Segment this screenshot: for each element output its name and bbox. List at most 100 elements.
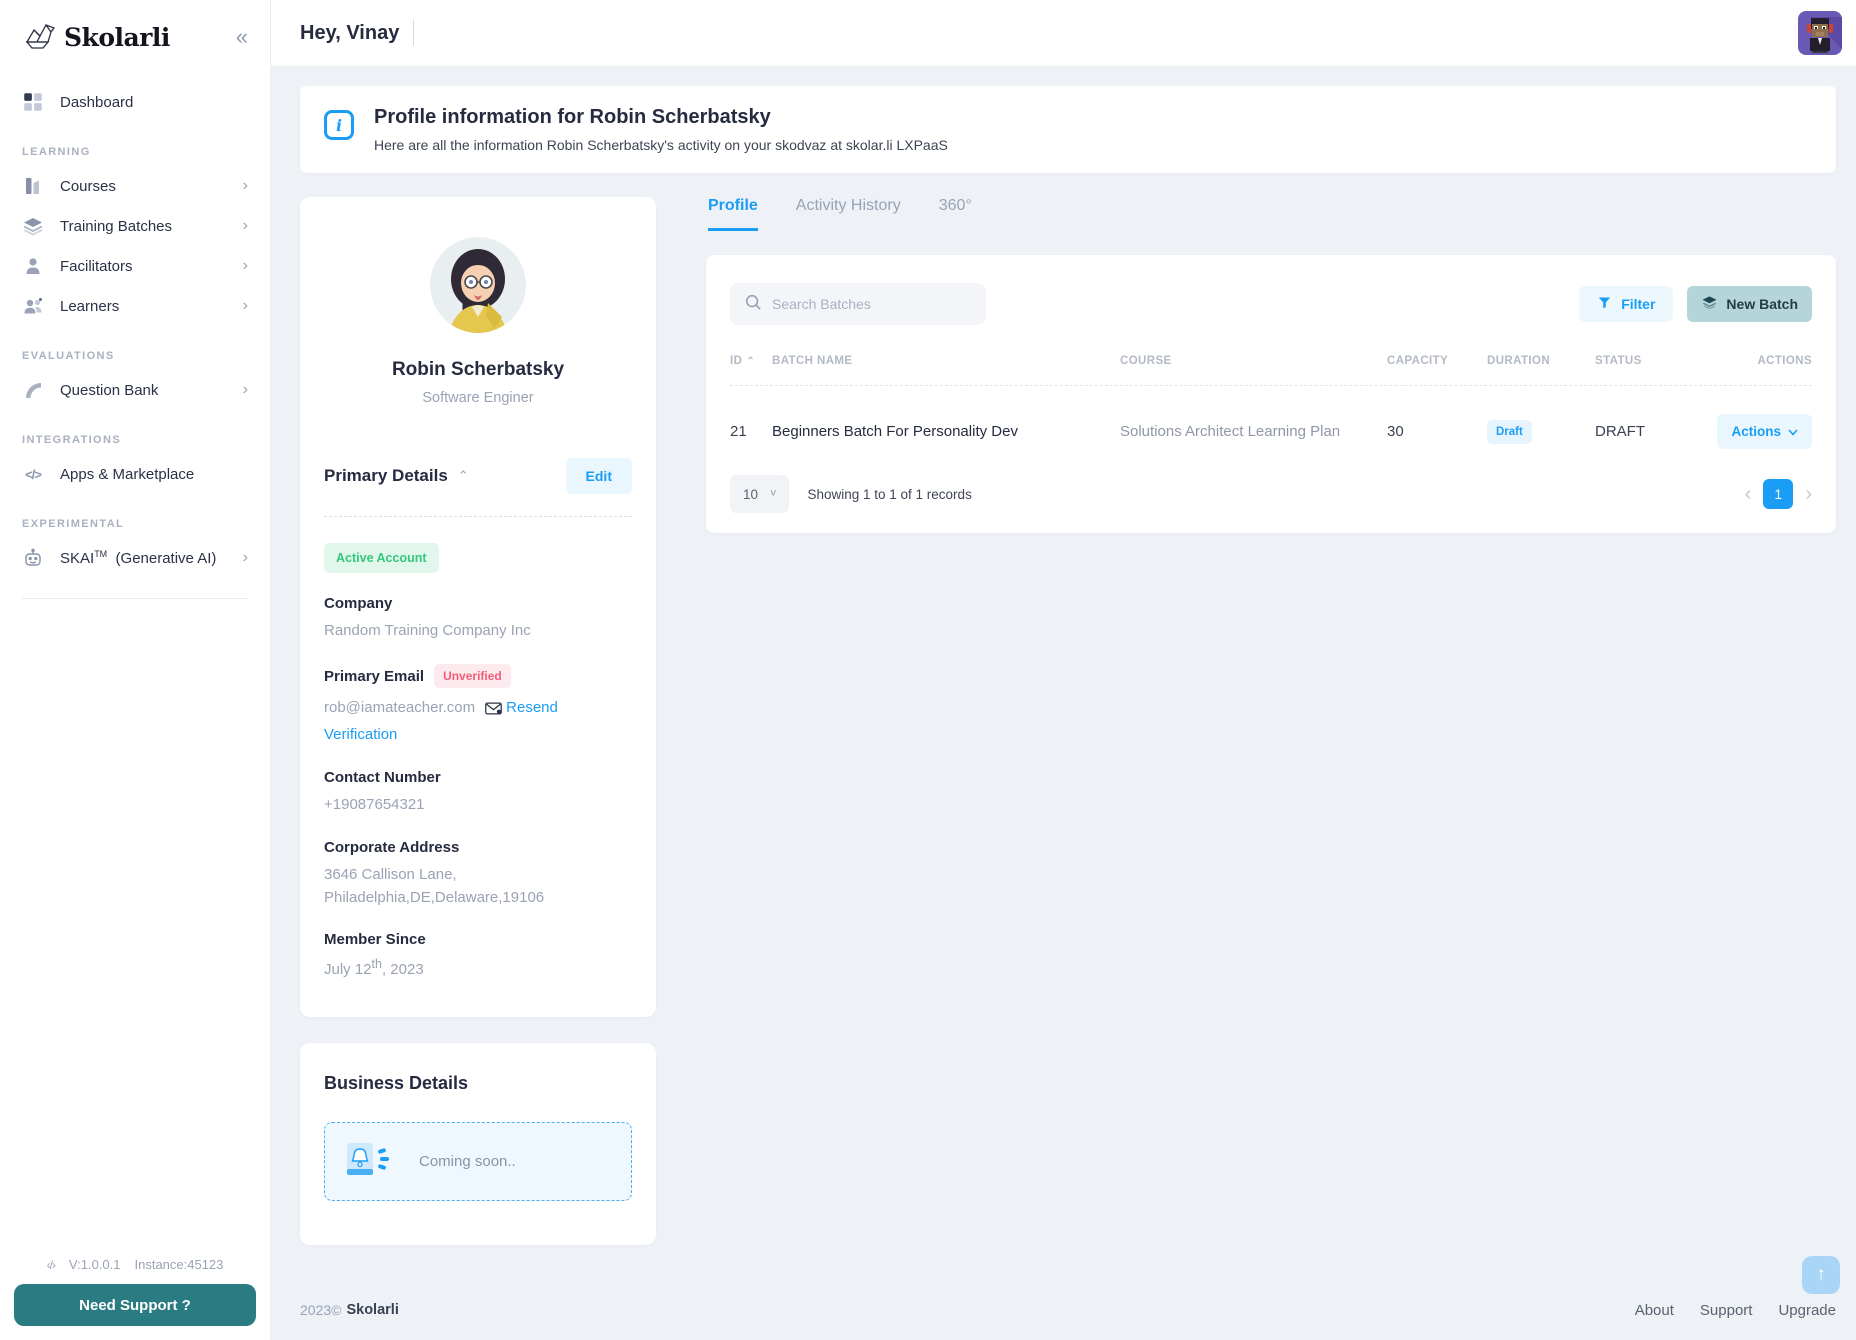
skolarli-logo-text: Skolarli <box>64 23 170 52</box>
profile-card: Robin Scherbatsky Software Enginer Prima… <box>300 197 656 1017</box>
right-column: Profile Activity History 360° <box>706 197 1836 533</box>
filter-button[interactable]: Filter <box>1579 286 1673 322</box>
row-actions-button[interactable]: Actions <box>1717 414 1812 449</box>
copyright-year: 2023© <box>300 1302 341 1318</box>
skolarli-swan-logo-icon <box>24 22 58 52</box>
active-account-badge: Active Account <box>324 543 439 573</box>
filter-funnel-icon <box>1597 295 1612 313</box>
column-course: COURSE <box>1120 355 1387 367</box>
tab-profile[interactable]: Profile <box>708 197 758 231</box>
sort-asc-icon: ⌃ <box>746 356 755 367</box>
cell-batch-name[interactable]: Beginners Batch For Personality Dev <box>772 423 1120 440</box>
code-brackets-icon: </> <box>22 463 44 485</box>
new-batch-button[interactable]: New Batch <box>1687 286 1812 322</box>
profile-tabs: Profile Activity History 360° <box>706 197 1836 231</box>
search-batches-input[interactable] <box>772 296 972 312</box>
email-row: rob@iamateacher.comResend Verification <box>324 696 632 747</box>
chevron-right-icon: › <box>243 381 248 399</box>
chevron-up-icon[interactable]: ⌃ <box>458 468 469 484</box>
info-banner: i Profile information for Robin Scherbat… <box>300 86 1836 173</box>
facilitators-icon <box>22 255 44 277</box>
company-label: Company <box>324 595 632 612</box>
sidebar-section-experimental: EXPERIMENTAL <box>22 518 248 530</box>
cell-id: 21 <box>730 423 772 440</box>
sidebar-section-learning: LEARNING <box>22 146 248 158</box>
left-column: Robin Scherbatsky Software Enginer Prima… <box>300 197 656 1245</box>
footer-link-about[interactable]: About <box>1635 1302 1674 1319</box>
page-1-button[interactable]: 1 <box>1763 479 1793 509</box>
scroll-to-top-button[interactable]: ↑ <box>1802 1256 1840 1294</box>
coming-soon-box: Coming soon.. <box>324 1122 632 1201</box>
user-avatar[interactable] <box>1798 11 1842 55</box>
search-icon <box>744 293 762 316</box>
profile-avatar <box>430 237 526 333</box>
search-batches-box <box>730 283 986 325</box>
training-batches-icon <box>22 215 44 237</box>
batches-table-card: Filter New Batch ID⌃ BATCH NAME <box>706 255 1836 533</box>
primary-email-label: Primary Email Unverified <box>324 664 632 688</box>
footer-brand: Skolarli <box>346 1302 398 1318</box>
sidebar-bottom: ‹/› V:1.0.0.1 Instance:45123 Need Suppor… <box>0 1257 270 1340</box>
page-content: i Profile information for Robin Scherbat… <box>270 66 1856 1288</box>
edit-button[interactable]: Edit <box>566 458 632 494</box>
chevron-down-icon <box>1788 424 1798 439</box>
sidebar-item-label: Courses <box>60 178 116 195</box>
banner-title: Profile information for Robin Scherbatsk… <box>374 106 948 129</box>
corporate-address-label: Corporate Address <box>324 839 632 856</box>
column-capacity: CAPACITY <box>1387 355 1487 367</box>
sidebar-item-label: Question Bank <box>60 382 158 399</box>
courses-icon <box>22 175 44 197</box>
column-actions: ACTIONS <box>1757 355 1812 367</box>
tab-360[interactable]: 360° <box>939 197 972 231</box>
batches-toolbar: Filter New Batch <box>730 283 1812 325</box>
need-support-button[interactable]: Need Support ? <box>14 1284 256 1326</box>
company-value: Random Training Company Inc <box>324 619 632 642</box>
chevron-right-icon: › <box>243 177 248 195</box>
sidebar-item-label: SKAITM (Generative AI) <box>60 549 216 567</box>
primary-details-title: Primary Details <box>324 466 448 486</box>
page-size-select[interactable]: 10 ˅ <box>730 475 789 513</box>
sidebar-item-apps-marketplace[interactable]: </> Apps & Marketplace <box>22 454 248 494</box>
business-details-card: Business Details Coming soon.. <box>300 1043 656 1245</box>
mail-icon <box>485 699 502 723</box>
column-id[interactable]: ID⌃ <box>730 355 772 367</box>
next-page-button[interactable]: › <box>1805 484 1812 504</box>
sidebar: Skolarli « Dashboard LEARNING Courses › <box>0 0 270 1340</box>
app-root: Skolarli « Dashboard LEARNING Courses › <box>0 0 1856 1340</box>
chevron-right-icon: › <box>243 297 248 315</box>
sidebar-item-label: Facilitators <box>60 258 133 275</box>
question-bank-icon <box>22 379 44 401</box>
sidebar-item-skai[interactable]: SKAITM (Generative AI) › <box>22 538 248 578</box>
email-value: rob@iamateacher.com <box>324 699 475 716</box>
greeting-divider <box>413 20 414 46</box>
version-label: V:1.0.0.1 <box>69 1257 121 1272</box>
sidebar-item-facilitators[interactable]: Facilitators › <box>22 246 248 286</box>
sidebar-divider <box>22 598 248 599</box>
tab-activity-history[interactable]: Activity History <box>796 197 901 231</box>
sidebar-section-evaluations: EVALUATIONS <box>22 350 248 362</box>
sidebar-item-learners[interactable]: Learners › <box>22 286 248 326</box>
cell-course: Solutions Architect Learning Plan <box>1120 423 1387 440</box>
info-icon: i <box>324 110 354 140</box>
pagination-row: 10 ˅ Showing 1 to 1 of 1 records ‹ 1 › <box>730 475 1812 513</box>
info-banner-text: Profile information for Robin Scherbatsk… <box>374 106 948 153</box>
sidebar-item-question-bank[interactable]: Question Bank › <box>22 370 248 410</box>
prev-page-button[interactable]: ‹ <box>1745 484 1752 504</box>
sidebar-item-courses[interactable]: Courses › <box>22 166 248 206</box>
layers-icon <box>1701 294 1718 314</box>
cell-capacity: 30 <box>1387 423 1487 440</box>
footer-links: About Support Upgrade <box>1635 1302 1836 1319</box>
sidebar-collapse-icon[interactable]: « <box>236 26 248 48</box>
robot-icon <box>22 547 44 569</box>
column-duration: DURATION <box>1487 355 1595 367</box>
sidebar-item-training-batches[interactable]: Training Batches › <box>22 206 248 246</box>
banner-subtitle: Here are all the information Robin Scher… <box>374 137 948 153</box>
instance-label: Instance:45123 <box>134 1257 223 1272</box>
sidebar-section-integrations: INTEGRATIONS <box>22 434 248 446</box>
footer-link-support[interactable]: Support <box>1700 1302 1753 1319</box>
bell-notification-icon <box>345 1141 391 1182</box>
table-header-row: ID⌃ BATCH NAME COURSE CAPACITY DURATION … <box>730 355 1812 367</box>
sidebar-item-dashboard[interactable]: Dashboard <box>22 82 248 122</box>
footer-link-upgrade[interactable]: Upgrade <box>1778 1302 1836 1319</box>
table-divider <box>730 385 1812 386</box>
